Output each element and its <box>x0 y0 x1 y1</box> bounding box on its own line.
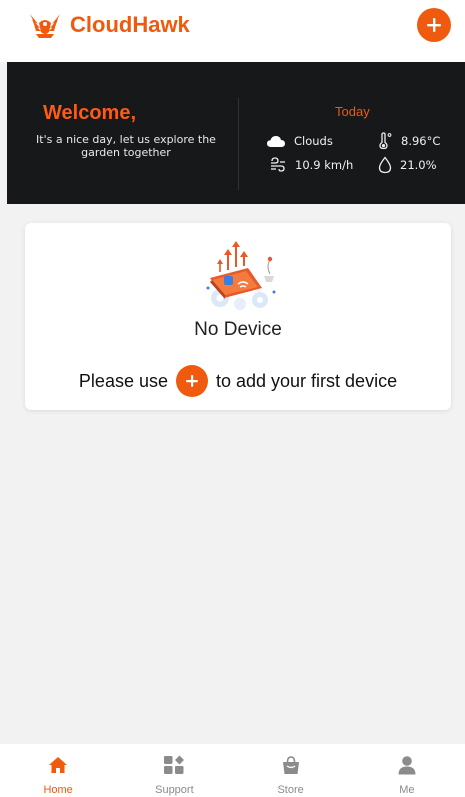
tab-me[interactable]: Me <box>349 744 465 797</box>
hint-add-button[interactable] <box>175 365 208 397</box>
hint-text-before: Please use <box>78 370 168 391</box>
weather-humidity: 21.0% <box>378 156 437 174</box>
weather-condition: Clouds <box>266 134 333 148</box>
wind-icon <box>271 157 285 172</box>
plus-icon <box>427 18 441 32</box>
plus-icon <box>185 375 198 387</box>
hawk-logo-icon <box>28 10 62 40</box>
welcome-banner: Welcome, It's a nice day, let us explore… <box>7 62 465 204</box>
brand-name: CloudHawk <box>70 12 190 37</box>
welcome-subtitle: It's a nice day, let us explore the gard… <box>36 133 216 159</box>
tab-store[interactable]: Store <box>233 744 349 797</box>
bottom-tab-bar: Home Support Store Me <box>0 744 465 797</box>
user-icon <box>397 754 417 776</box>
empty-state-hint: Please use to add your first device <box>25 365 451 397</box>
hint-text-after: to add your first device <box>215 370 398 391</box>
shopping-bag-icon <box>281 754 301 776</box>
droplet-icon <box>378 156 392 174</box>
tab-me-label: Me <box>399 784 415 796</box>
grid-icon <box>163 754 185 776</box>
tab-home[interactable]: Home <box>0 744 116 797</box>
add-device-button[interactable] <box>417 8 451 42</box>
empty-state-title: No Device <box>194 319 282 340</box>
welcome-title: Welcome, <box>43 102 136 124</box>
weather-condition-value: Clouds <box>294 134 333 148</box>
weather-heading: Today <box>335 104 370 119</box>
thermometer-icon <box>379 132 392 150</box>
home-icon <box>48 754 68 776</box>
device-illustration-icon <box>200 240 282 312</box>
banner-divider <box>238 98 239 190</box>
tab-support-label: Support <box>155 784 194 796</box>
no-device-card: No Device Please use to add your first d… <box>25 223 451 410</box>
cloud-icon <box>267 136 285 147</box>
tab-support[interactable]: Support <box>116 744 232 797</box>
tab-store-label: Store <box>277 784 304 796</box>
weather-wind: 10.9 km/h <box>269 156 353 174</box>
tab-home-label: Home <box>43 784 73 796</box>
weather-temperature-value: 8.96°C <box>401 134 441 148</box>
weather-temperature: 8.96°C <box>377 132 440 150</box>
weather-humidity-value: 21.0% <box>400 158 437 172</box>
app-header: CloudHawk <box>0 0 465 62</box>
weather-wind-value: 10.9 km/h <box>295 158 354 172</box>
